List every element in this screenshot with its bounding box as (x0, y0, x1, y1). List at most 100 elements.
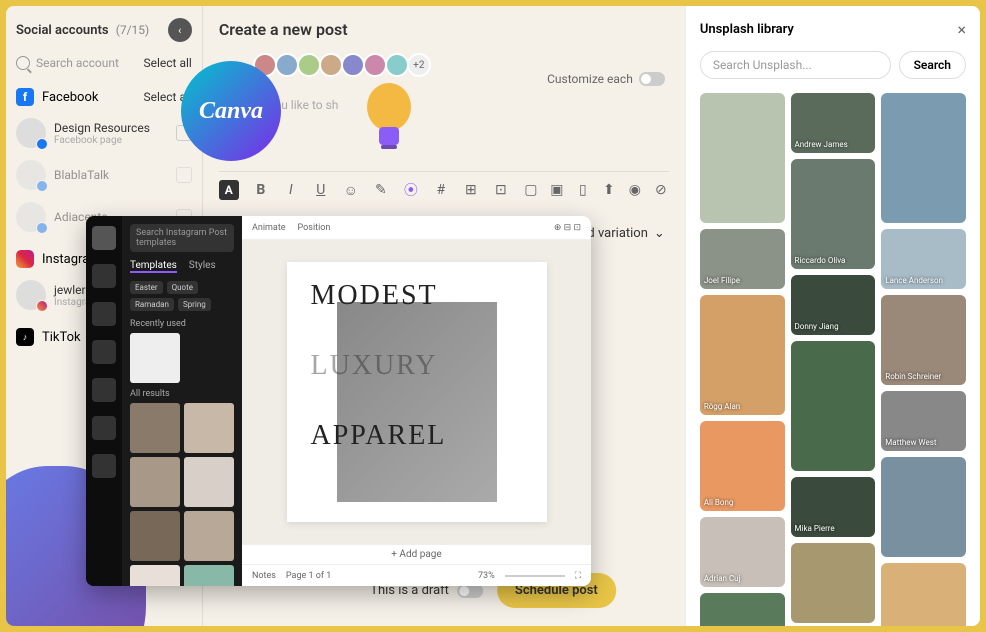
unsplash-photo[interactable]: Donny Jiang (791, 275, 876, 335)
template-thumb[interactable] (184, 565, 234, 586)
hashtag-button[interactable]: # (433, 182, 449, 198)
selected-avatar[interactable] (363, 53, 387, 77)
unsplash-photo[interactable]: Mika Pierre (791, 477, 876, 537)
unsplash-photo[interactable] (881, 457, 966, 557)
caption-button[interactable]: ⊞ (463, 182, 479, 198)
chip[interactable]: Ramadan (130, 298, 174, 311)
avatar (16, 280, 46, 310)
unsplash-search-button[interactable]: Search (899, 51, 966, 79)
ai-button[interactable]: ✎ (373, 182, 389, 198)
unsplash-photo[interactable] (700, 593, 785, 626)
canva-search-input[interactable]: Search Instagram Post templates (130, 224, 234, 252)
document-icon[interactable]: ▯ (575, 182, 591, 198)
more-avatars[interactable]: +2 (407, 53, 431, 77)
rail-brand[interactable] (92, 302, 116, 326)
rail-elements[interactable] (92, 264, 116, 288)
chip[interactable]: Easter (130, 281, 163, 294)
template-thumb[interactable] (130, 333, 180, 383)
unsplash-photo[interactable] (791, 543, 876, 623)
chip[interactable]: Spring (178, 298, 211, 311)
network-tiktok[interactable]: TikTok (42, 330, 81, 345)
animate-button[interactable]: Animate (252, 223, 286, 233)
bold-button[interactable]: B (253, 182, 269, 198)
unsplash-photo[interactable] (881, 93, 966, 223)
account-name[interactable]: Design Resources (54, 121, 150, 135)
instagram-icon (16, 250, 34, 268)
gif-icon[interactable]: ◉ (627, 182, 643, 198)
tab-templates[interactable]: Templates (130, 260, 177, 273)
unsplash-photo[interactable]: Robin Schreiner (881, 295, 966, 385)
artboard-text: LUXURY (311, 350, 438, 382)
tab-styles[interactable]: Styles (189, 260, 216, 273)
rail-projects[interactable] (92, 416, 116, 440)
template-thumb[interactable] (184, 457, 234, 507)
account-checkbox[interactable] (176, 167, 192, 183)
selected-avatar[interactable] (385, 53, 409, 77)
emoji-button[interactable]: ☺ (343, 182, 359, 198)
zoom-slider[interactable] (505, 575, 565, 577)
position-button[interactable]: Position (298, 223, 331, 233)
template-thumb[interactable] (130, 403, 180, 453)
unsplash-photo[interactable]: Riccardo Oliva (791, 159, 876, 269)
customize-toggle[interactable] (639, 72, 665, 86)
template-thumb[interactable] (184, 511, 234, 561)
unsplash-photo[interactable]: Adrian Cuj (700, 517, 785, 587)
network-facebook[interactable]: Facebook (42, 90, 98, 105)
tiktok-icon: ♪ (16, 328, 34, 346)
rail-apps[interactable] (92, 454, 116, 478)
unsplash-photo[interactable]: Adam Bixby (881, 563, 966, 626)
rail-design[interactable] (92, 226, 116, 250)
facebook-icon: f (16, 88, 34, 106)
upload-icon[interactable]: ⬆ (601, 182, 617, 198)
unsplash-photo[interactable]: Rögg Alan (700, 295, 785, 415)
template-thumb[interactable] (130, 565, 180, 586)
canvas-actions[interactable]: ⊕ ⊟ ⊡ (554, 223, 581, 233)
unsplash-photo[interactable]: Lance Anderson (881, 229, 966, 289)
selected-avatar[interactable] (341, 53, 365, 77)
artboard[interactable]: MODEST LUXURY APPAREL (287, 262, 547, 522)
avatar (16, 118, 46, 148)
template-thumb[interactable] (184, 403, 234, 453)
all-results-label: All results (130, 389, 234, 399)
unsplash-photo[interactable]: Andrew James (791, 93, 876, 153)
expand-icon[interactable]: ⛶ (575, 571, 581, 581)
italic-button[interactable]: I (283, 182, 299, 198)
unsplash-panel: Unsplash library × Search Unsplash... Se… (685, 6, 980, 626)
unsplash-photo[interactable] (700, 93, 785, 223)
text-toolbar: A B I U ☺ ✎ ⦿ # ⊞ ⊡ ▢ ▣ ▯ ⬆ ◉ ⊘ (219, 171, 669, 208)
zoom-level[interactable]: 73% (478, 571, 495, 581)
canva-templates-panel: Search Instagram Post templates Template… (122, 216, 242, 586)
text-color-button[interactable]: A (219, 180, 239, 200)
unsplash-search-input[interactable]: Search Unsplash... (700, 51, 891, 79)
add-page-button[interactable]: + Add page (242, 544, 591, 564)
selected-avatar[interactable] (297, 53, 321, 77)
unsplash-photo[interactable] (791, 341, 876, 471)
customize-each-label: Customize each (547, 72, 633, 86)
folder-icon[interactable]: ▢ (523, 182, 539, 198)
notes-button[interactable]: Notes (252, 571, 276, 581)
variable-button[interactable]: ⊡ (493, 182, 509, 198)
network-instagram[interactable]: Instagra (42, 252, 89, 267)
artboard-text: APPAREL (311, 420, 447, 452)
unsplash-title: Unsplash library (700, 22, 794, 37)
unsplash-photo[interactable]: Ali Bong (700, 421, 785, 511)
selected-avatar[interactable] (319, 53, 343, 77)
rail-draw[interactable] (92, 378, 116, 402)
image-icon[interactable]: ▣ (549, 182, 565, 198)
sidebar-title: Social accounts (16, 23, 109, 38)
unsplash-grid: Joel FilipeRögg AlanAli BongAdrian Cuj An… (700, 93, 966, 626)
rail-uploads[interactable] (92, 340, 116, 364)
template-thumb[interactable] (130, 457, 180, 507)
template-thumb[interactable] (130, 511, 180, 561)
unsplash-photo[interactable]: Joel Filipe (700, 229, 785, 289)
link-icon[interactable]: ⊘ (653, 182, 669, 198)
underline-button[interactable]: U (313, 182, 329, 198)
artboard-photo (337, 302, 497, 502)
chip[interactable]: Quote (167, 281, 198, 294)
search-account-input[interactable]: Search account (16, 56, 143, 70)
location-icon[interactable]: ⦿ (403, 182, 419, 198)
collapse-sidebar-button[interactable]: ‹ (168, 18, 192, 42)
avatar (16, 160, 46, 190)
close-icon[interactable]: × (957, 20, 966, 39)
unsplash-photo[interactable]: Matthew West (881, 391, 966, 451)
